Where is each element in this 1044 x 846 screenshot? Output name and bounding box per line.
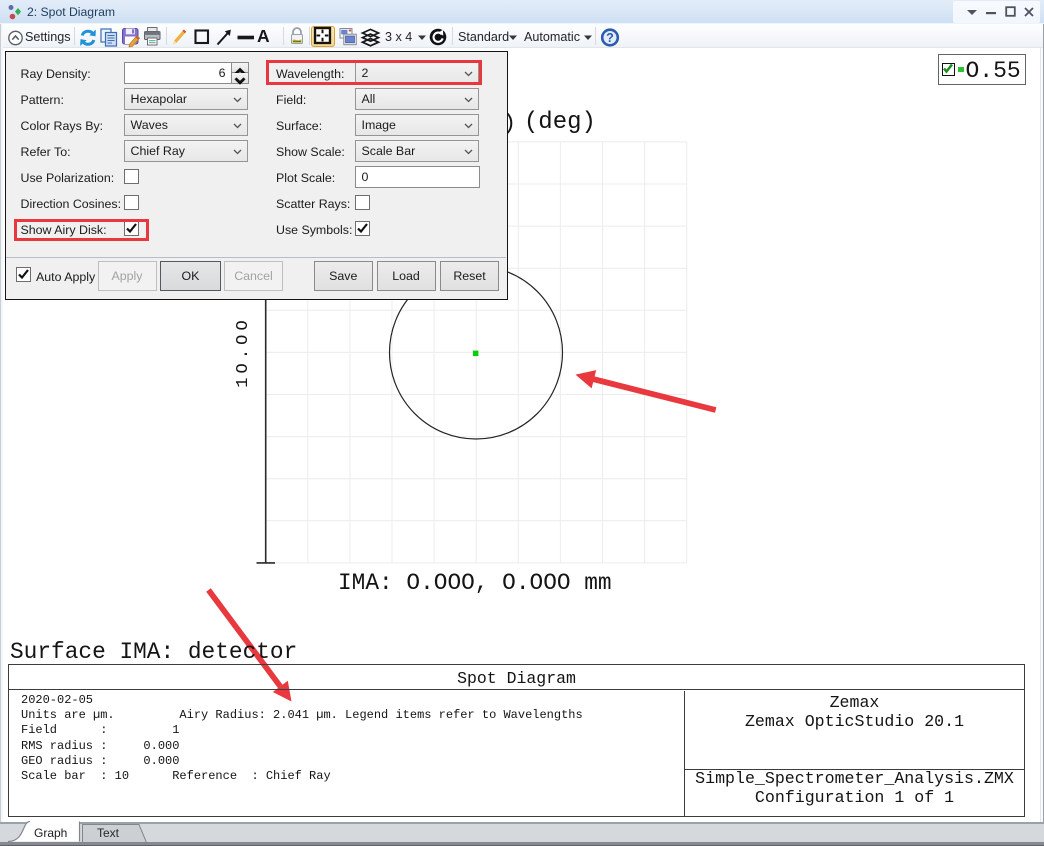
svg-text:?: ?: [606, 31, 614, 45]
